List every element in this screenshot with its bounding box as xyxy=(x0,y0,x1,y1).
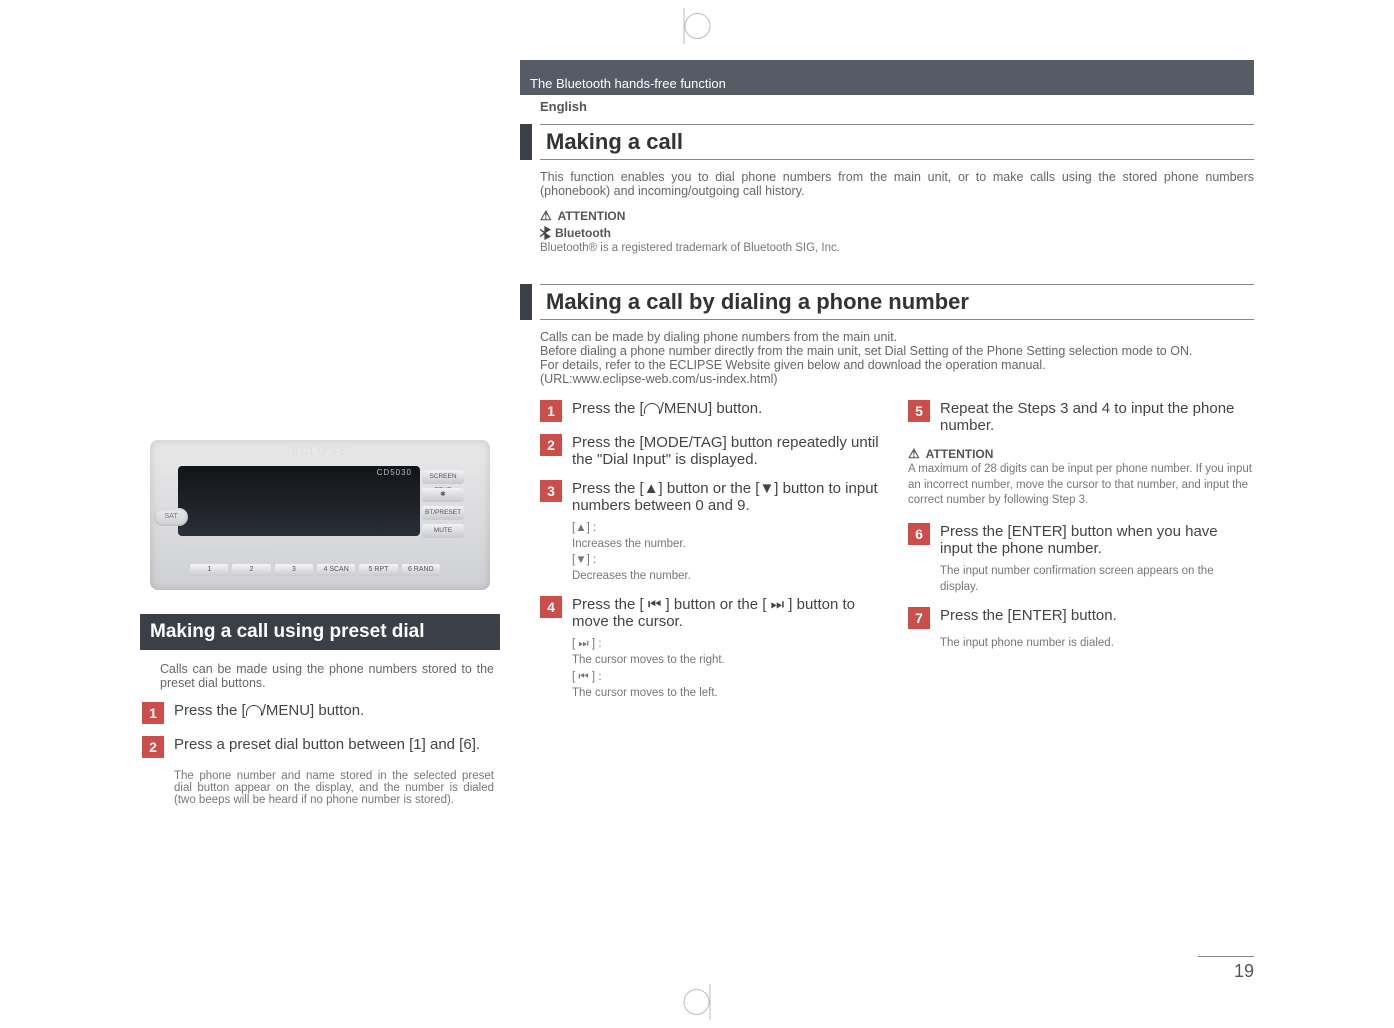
bluetooth-logo: Bluetooth xyxy=(540,226,1254,240)
attention-label: ATTENTION xyxy=(926,447,994,461)
device-strip: ESN MP3 WMA ·USB· xyxy=(184,549,272,556)
step-text: Press the [ ⏮ ] button or the [ ⏭ ] butt… xyxy=(572,596,886,630)
header-wrap: The Bluetooth hands-free function xyxy=(520,60,1254,95)
steps-columns: 1 Press the [/MENU] button. 2 Press the … xyxy=(540,400,1254,713)
sub-label: [▲] : xyxy=(572,520,886,536)
bluetooth-icon xyxy=(540,226,551,240)
step-number: 1 xyxy=(142,702,164,724)
preset-dial-body: Calls can be made using the phone number… xyxy=(140,662,500,806)
sub-label: [ ⏭ ] : xyxy=(572,636,886,652)
preset-dial-heading: Making a call using preset dial xyxy=(140,614,500,650)
section2-intro1: Calls can be made by dialing phone numbe… xyxy=(540,330,1254,344)
step-6-sub: The input number confirmation screen app… xyxy=(940,563,1254,595)
preset-btn: 6 RAND xyxy=(402,564,440,576)
preset-step-2-sub: The phone number and name stored in the … xyxy=(174,770,494,806)
section1-body: This function enables you to dial phone … xyxy=(540,170,1254,254)
section-dialing-heading: Making a call by dialing a phone number xyxy=(520,284,1254,320)
attention-label: ATTENTION xyxy=(558,209,626,223)
step-4: 4 Press the [ ⏮ ] button or the [ ⏭ ] bu… xyxy=(540,596,886,630)
steps-right-col: 5 Repeat the Steps 3 and 4 to input the … xyxy=(908,400,1254,713)
attention-row: ⚠ ATTENTION xyxy=(540,208,1254,224)
section2-intro3: For details, refer to the ECLIPSE Websit… xyxy=(540,358,1254,372)
device-preset-buttons: 1 2 3 4 SCAN 5 RPT 6 RAND xyxy=(190,564,440,576)
preset-btn: 3 xyxy=(275,564,313,576)
heading-tab xyxy=(520,124,532,160)
step-text: Repeat the Steps 3 and 4 to input the ph… xyxy=(940,400,1254,434)
warning-icon: ⚠ xyxy=(540,208,552,224)
device-side-buttons: SCREEN TEXT ✱ BT/PRESET MUTE xyxy=(422,470,464,538)
step-number: 2 xyxy=(540,434,562,456)
step-number: 7 xyxy=(908,607,930,629)
step-text: Press the [ENTER] button when you have i… xyxy=(940,523,1254,557)
heading-title: Making a call by dialing a phone number xyxy=(540,284,1254,320)
device-brand: ECLIPSE xyxy=(292,446,348,457)
sub-label: [▼] : xyxy=(572,552,886,568)
crop-mark-bottom xyxy=(684,984,711,1020)
side-btn: ✱ xyxy=(422,488,464,502)
step-7: 7 Press the [ENTER] button. xyxy=(908,607,1254,629)
attention-body: A maximum of 28 digits can be input per … xyxy=(908,462,1254,509)
side-btn: BT/PRESET xyxy=(422,506,464,520)
preset-step-1: 1 Press the [/MENU] button. xyxy=(142,702,494,724)
left-block: ECLIPSE CD5030 ESN MP3 WMA ·USB· SAT SCR… xyxy=(140,440,500,806)
sat-badge: SAT xyxy=(154,508,188,526)
sub-desc: The cursor moves to the left. xyxy=(572,685,886,701)
preset-btn: 1 xyxy=(190,564,228,576)
step-text: Press the [ENTER] button. xyxy=(940,607,1254,629)
page-content: The Bluetooth hands-free function Englis… xyxy=(140,60,1254,978)
preset-btn: 4 SCAN xyxy=(317,564,355,576)
step-3-sub: [▲] : Increases the number. [▼] : Decrea… xyxy=(572,520,886,584)
preset-btn: 5 RPT xyxy=(359,564,397,576)
step-text: Press the [MODE/TAG] button repeatedly u… xyxy=(572,434,886,468)
attention-row: ⚠ ATTENTION xyxy=(908,446,1254,462)
step-6: 6 Press the [ENTER] button when you have… xyxy=(908,523,1254,557)
crop-mark-top xyxy=(684,8,711,44)
step-number: 3 xyxy=(540,480,562,502)
sub-desc: The cursor moves to the right. xyxy=(572,652,886,668)
step-2: 2 Press the [MODE/TAG] button repeatedly… xyxy=(540,434,886,468)
sub-label: [ ⏮ ] : xyxy=(572,669,886,685)
heading-title: Making a call xyxy=(540,124,1254,160)
sub-desc: Increases the number. xyxy=(572,536,886,552)
bluetooth-label: Bluetooth xyxy=(555,226,611,240)
preset-intro: Calls can be made using the phone number… xyxy=(160,662,494,690)
step-1: 1 Press the [/MENU] button. xyxy=(540,400,886,422)
step-3: 3 Press the [▲] button or the [▼] button… xyxy=(540,480,886,514)
step-text: Press the [/MENU] button. xyxy=(174,702,494,724)
step-number: 6 xyxy=(908,523,930,545)
step-text: Press a preset dial button between [1] a… xyxy=(174,736,494,758)
sub-desc: Decreases the number. xyxy=(572,568,886,584)
section2-intro4: (URL:www.eclipse-web.com/us-index.html) xyxy=(540,372,1254,386)
section1-intro: This function enables you to dial phone … xyxy=(540,170,1254,198)
warning-icon: ⚠ xyxy=(908,446,920,462)
step-number: 1 xyxy=(540,400,562,422)
step-text: Press the [/MENU] button. xyxy=(572,400,886,422)
section2-intro2: Before dialing a phone number directly f… xyxy=(540,344,1254,358)
section-making-a-call-heading: Making a call xyxy=(520,124,1254,160)
phone-icon xyxy=(644,403,660,414)
step-5: 5 Repeat the Steps 3 and 4 to input the … xyxy=(908,400,1254,434)
section2-intro: Calls can be made by dialing phone numbe… xyxy=(540,330,1254,386)
preset-btn: 2 xyxy=(232,564,270,576)
step-number: 4 xyxy=(540,596,562,618)
phone-icon xyxy=(246,705,262,716)
side-btn: SCREEN TEXT xyxy=(422,470,464,484)
preset-step-2: 2 Press a preset dial button between [1]… xyxy=(142,736,494,758)
language-label: English xyxy=(540,99,1254,114)
step-4-sub: [ ⏭ ] : The cursor moves to the right. [… xyxy=(572,636,886,700)
device-model: CD5030 xyxy=(377,468,412,477)
breadcrumb: The Bluetooth hands-free function xyxy=(520,60,1254,95)
step-number: 2 xyxy=(142,736,164,758)
step-number: 5 xyxy=(908,400,930,422)
device-illustration: ECLIPSE CD5030 ESN MP3 WMA ·USB· SAT SCR… xyxy=(150,440,490,590)
side-btn: MUTE xyxy=(422,524,464,538)
heading-tab xyxy=(520,284,532,320)
bluetooth-note: Bluetooth® is a registered trademark of … xyxy=(540,242,1254,254)
steps-left-col: 1 Press the [/MENU] button. 2 Press the … xyxy=(540,400,886,713)
step-7-sub: The input phone number is dialed. xyxy=(940,635,1254,651)
step-text: Press the [▲] button or the [▼] button t… xyxy=(572,480,886,514)
page-number: 19 xyxy=(1198,956,1254,982)
